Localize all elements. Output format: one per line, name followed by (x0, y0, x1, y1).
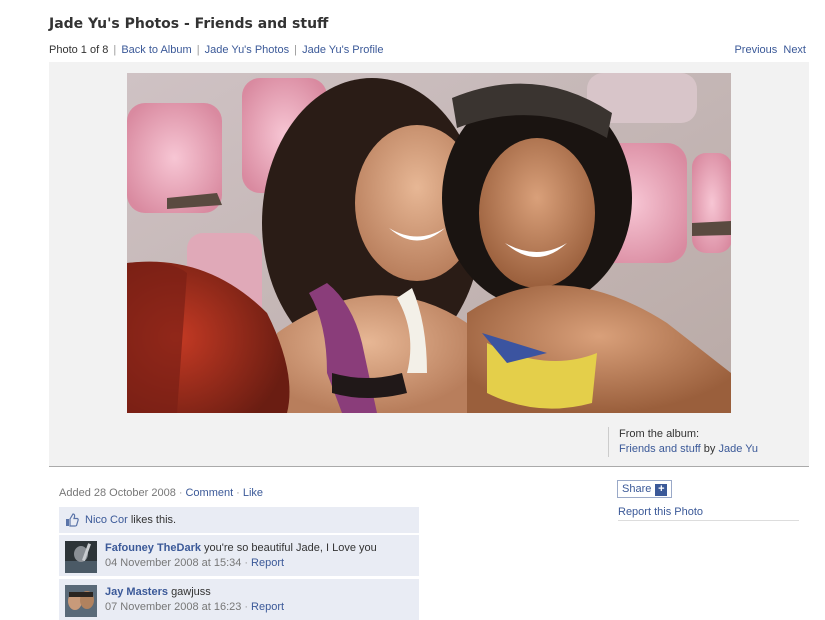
avatar[interactable] (65, 541, 97, 573)
user-profile-link[interactable]: Jade Yu's Profile (302, 44, 383, 56)
page-title: Jade Yu's Photos - Friends and stuff (49, 16, 329, 32)
report-photo-row: Report this Photo (618, 506, 799, 521)
thumbs-up-icon (66, 513, 79, 527)
photo-meta: Added 28 October 2008 · Comment · Like (59, 487, 264, 499)
album-info: From the album: Friends and stuff by Jad… (608, 427, 758, 457)
album-name-link[interactable]: Friends and stuff (619, 443, 701, 455)
avatar[interactable] (65, 585, 97, 617)
added-date: Added 28 October 2008 (59, 487, 176, 499)
comment-item: Jay Masters gawjuss 07 November 2008 at … (59, 579, 419, 620)
commenter-name-link[interactable]: Fafouney TheDark (105, 542, 201, 554)
likes-row: Nico Cor likes this. (59, 507, 419, 534)
commenter-name-link[interactable]: Jay Masters (105, 586, 168, 598)
album-owner-link[interactable]: Jade Yu (718, 443, 758, 455)
share-button[interactable]: Share + (617, 480, 673, 498)
comment-timestamp: 07 November 2008 at 16:23 (105, 601, 242, 613)
photo-nav-bar: Photo 1 of 8 | Back to Album | Jade Yu's… (49, 44, 809, 63)
previous-link[interactable]: Previous (734, 44, 777, 56)
photo-image (127, 73, 731, 413)
comment-item: Fafouney TheDark you're so beautiful Jad… (59, 535, 419, 576)
next-link[interactable]: Next (783, 44, 806, 56)
user-photos-link[interactable]: Jade Yu's Photos (205, 44, 289, 56)
liker-name-link[interactable]: Nico Cor (85, 514, 128, 526)
report-comment-link[interactable]: Report (251, 601, 284, 613)
like-link[interactable]: Like (243, 487, 263, 499)
comment-timestamp: 04 November 2008 at 15:34 (105, 557, 242, 569)
comment-text: you're so beautiful Jade, I Love you (204, 542, 377, 554)
album-by-text: by (703, 443, 716, 455)
photo-stage: From the album: Friends and stuff by Jad… (49, 62, 809, 467)
photo-position: Photo 1 of 8 (49, 44, 109, 56)
report-comment-link[interactable]: Report (251, 557, 284, 569)
comment-text: gawjuss (171, 586, 211, 598)
comment-link[interactable]: Comment (185, 487, 233, 499)
main-photo[interactable] (127, 73, 731, 413)
report-photo-link[interactable]: Report this Photo (618, 506, 703, 518)
plus-icon: + (654, 483, 669, 497)
likes-text: likes this. (130, 514, 177, 526)
album-label: From the album: (619, 428, 700, 440)
back-to-album-link[interactable]: Back to Album (121, 44, 191, 56)
share-label: Share (622, 483, 652, 495)
